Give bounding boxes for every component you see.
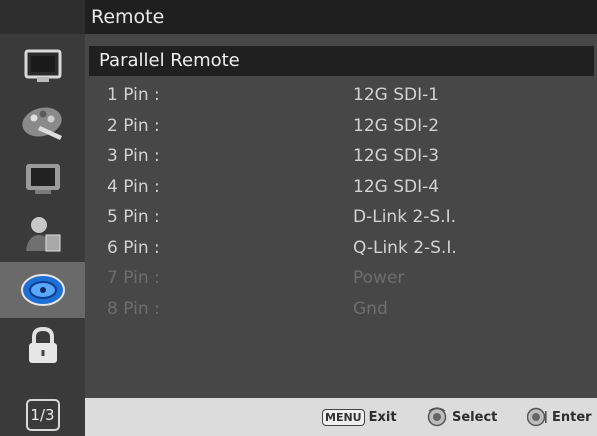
key-hint-bar: MENU Exit Select Enter [85, 398, 597, 436]
pin-value: 12G SDI-2 [353, 115, 440, 136]
pin-row-2[interactable]: 2 Pin : 12G SDI-2 [85, 111, 597, 142]
rail-item-display[interactable] [0, 150, 85, 206]
pin-row-6[interactable]: 6 Pin : Q-Link 2-S.I. [85, 233, 597, 264]
display-icon [25, 164, 60, 194]
rail-item-monitor[interactable] [0, 38, 85, 94]
pin-row-1[interactable]: 1 Pin : 12G SDI-1 [85, 80, 597, 111]
pin-row-5[interactable]: 5 Pin : D-Link 2-S.I. [85, 202, 597, 233]
pin-value: 12G SDI-1 [353, 85, 440, 105]
enter-label: Enter [552, 409, 592, 425]
rail-page-indicator[interactable]: 1/3 [0, 394, 85, 436]
pin-label: 7 Pin : [107, 268, 160, 288]
pin-value: Power [353, 268, 405, 288]
rotary-knob-icon [427, 407, 447, 427]
category-rail: 1/3 [0, 0, 85, 436]
user-icon [25, 217, 60, 252]
pin-label: 8 Pin : [107, 298, 160, 319]
pin-label: 3 Pin : [107, 146, 160, 166]
select-label: Select [452, 409, 498, 425]
rail-item-remote[interactable] [0, 262, 85, 318]
rail-header-spacer [0, 0, 85, 34]
pin-row-7: 7 Pin : Power [85, 263, 597, 294]
pin-row-4[interactable]: 4 Pin : 12G SDI-4 [85, 172, 597, 203]
pin-list: 1 Pin : 12G SDI-1 2 Pin : 12G SDI-2 3 Pi… [85, 80, 597, 324]
enter-hint[interactable]: Enter [527, 407, 592, 427]
page-number: 1/3 [25, 399, 60, 431]
pin-value: D-Link 2-S.I. [353, 207, 457, 227]
pin-row-3[interactable]: 3 Pin : 12G SDI-3 [85, 141, 597, 172]
pin-value: 12G SDI-3 [353, 146, 440, 166]
exit-label: Exit [368, 409, 397, 425]
osd-menu: 1/3 Remote Parallel Remote 1 Pin : 12G S… [0, 0, 597, 436]
rail-item-lock[interactable] [0, 318, 85, 374]
remote-disc-icon [20, 274, 65, 306]
lock-icon [28, 326, 57, 363]
pin-value: Q-Link 2-S.I. [353, 237, 457, 258]
select-hint[interactable]: Select [427, 407, 497, 427]
pin-row-8: 8 Pin : Gnd [85, 294, 597, 325]
pin-value: Gnd [353, 298, 388, 319]
push-knob-icon [527, 407, 547, 427]
section-title: Parallel Remote [89, 46, 594, 76]
monitor-icon [24, 49, 61, 82]
color-palette-icon [21, 107, 62, 140]
exit-hint[interactable]: MENU Exit [322, 407, 397, 427]
settings-panel: Parallel Remote 1 Pin : 12G SDI-1 2 Pin … [85, 34, 597, 398]
pin-value: 12G SDI-4 [353, 176, 440, 197]
pin-label: 1 Pin : [107, 85, 160, 105]
pin-label: 4 Pin : [107, 176, 160, 197]
menu-key-icon: MENU [322, 408, 365, 426]
pin-label: 2 Pin : [107, 115, 160, 136]
pin-label: 6 Pin : [107, 237, 160, 258]
pin-label: 5 Pin : [107, 207, 160, 227]
rail-item-color[interactable] [0, 94, 85, 150]
rail-item-user[interactable] [0, 206, 85, 262]
menu-title: Remote [85, 0, 597, 34]
